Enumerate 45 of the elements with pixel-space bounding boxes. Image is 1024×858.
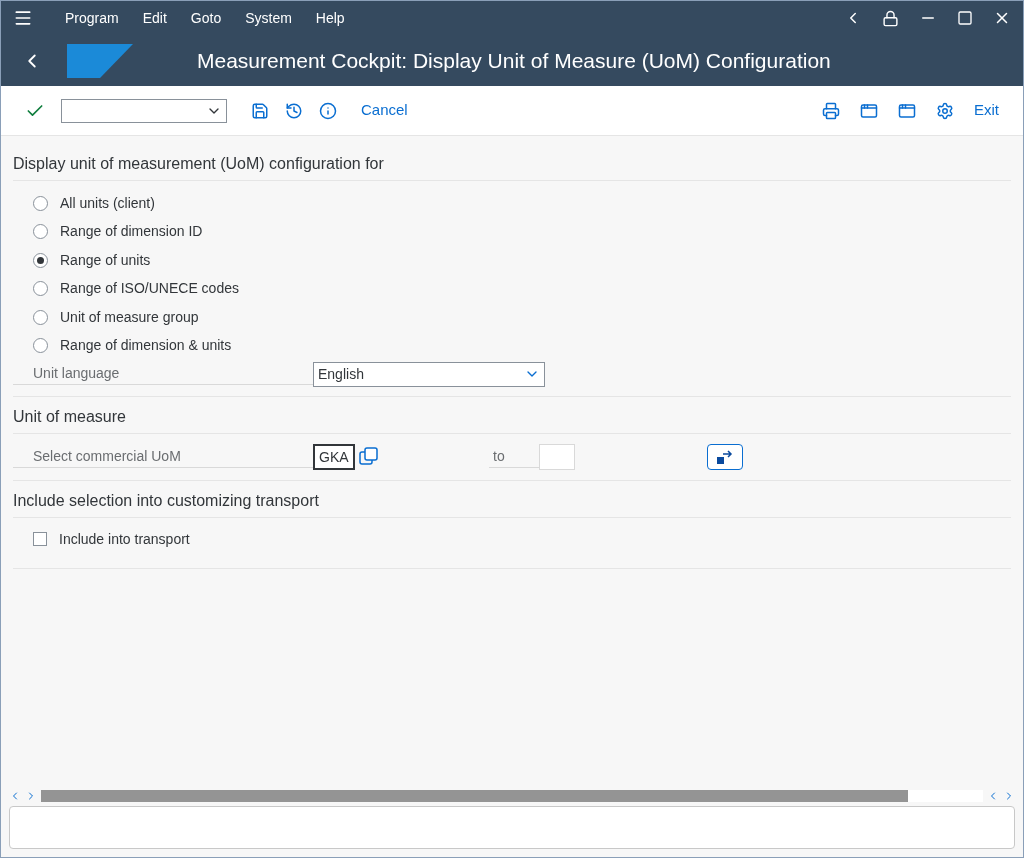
multiple-selection-icon[interactable]: [359, 446, 379, 468]
save-icon[interactable]: [251, 101, 269, 120]
clock-icon[interactable]: [285, 101, 303, 120]
range-button[interactable]: [707, 444, 743, 470]
checkbox-label: Include into transport: [59, 529, 190, 549]
radio-label: Range of dimension ID: [60, 222, 203, 242]
radio-button[interactable]: [33, 195, 48, 211]
exit-button[interactable]: Exit: [974, 99, 999, 122]
language-dropdown[interactable]: English: [313, 361, 545, 387]
settings-icon[interactable]: [936, 101, 954, 120]
info-icon[interactable]: [319, 101, 337, 120]
menu-item[interactable]: Goto: [190, 7, 222, 29]
menu-item[interactable]: Edit: [142, 7, 167, 29]
input-field[interactable]: GKA: [313, 444, 355, 470]
lock-icon[interactable]: [882, 9, 899, 27]
command-field[interactable]: [61, 98, 227, 123]
field-label: Select commercial UoM: [13, 446, 313, 468]
window-icon[interactable]: [860, 101, 878, 120]
radio-label: All units (client): [60, 193, 155, 213]
radio-button[interactable]: [33, 309, 48, 325]
radio-label: Range of ISO/UNECE codes: [60, 279, 239, 299]
cancel-button[interactable]: Cancel: [361, 99, 408, 122]
menu-item[interactable]: System: [245, 7, 292, 29]
section-heading: Display unit of measurement (UoM) configuration for: [12, 154, 385, 174]
radio-label: Range of dimension & units: [60, 336, 232, 356]
section-heading: Include selection into customizing transport: [12, 491, 320, 511]
radio-label: Range of units: [60, 250, 151, 270]
menu-item[interactable]: Help: [315, 7, 345, 29]
field-label: Unit language: [13, 363, 313, 385]
maximize-icon[interactable]: [957, 10, 973, 26]
radio-button[interactable]: [33, 281, 48, 297]
menu-icon[interactable]: [13, 8, 33, 28]
menu-item[interactable]: Program: [65, 7, 119, 29]
window-icon[interactable]: [898, 101, 916, 120]
checkbox[interactable]: [33, 532, 47, 546]
section-heading: Unit of measure: [12, 407, 127, 427]
radio-button[interactable]: [33, 224, 48, 240]
input-field[interactable]: [539, 444, 575, 470]
radio-button[interactable]: [33, 338, 48, 354]
logo-icon: [67, 43, 133, 78]
window-title: Measurement Cockpit: Display Unit of Measure (UoM) Configuration: [197, 47, 831, 74]
printer-icon[interactable]: [822, 101, 840, 120]
move-icon: [716, 449, 734, 465]
radio-label: Unit of measure group: [60, 307, 199, 327]
radio-button[interactable]: [33, 252, 48, 268]
